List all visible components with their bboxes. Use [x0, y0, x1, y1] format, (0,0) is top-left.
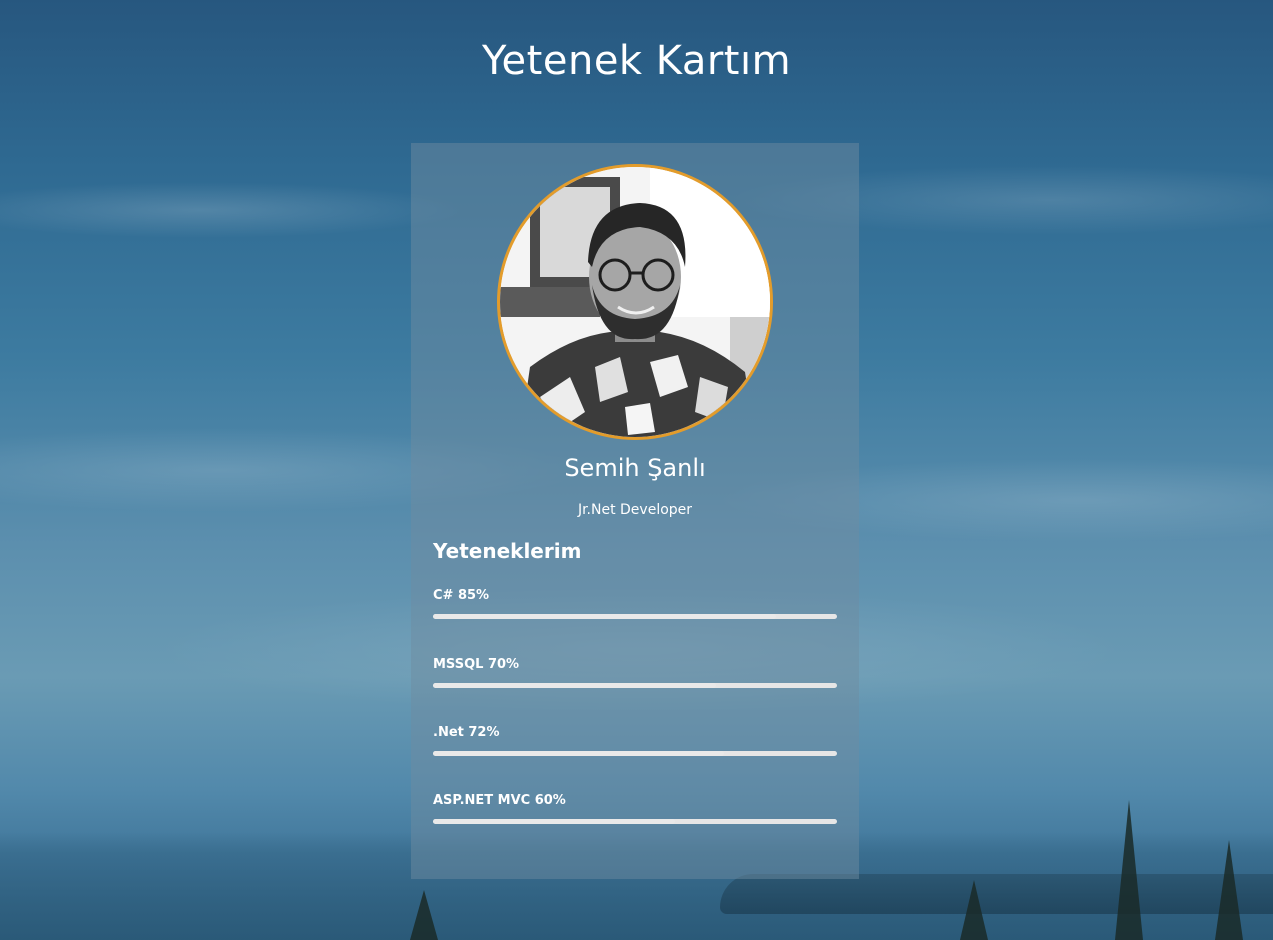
background-tree: [960, 880, 988, 940]
background-tree: [410, 890, 438, 940]
page-title: Yetenek Kartım: [481, 38, 792, 84]
skill-label: ASP.NET MVC 60%: [433, 793, 566, 808]
skill-progress-fill: [433, 819, 676, 824]
skill-progress-bar: [433, 819, 837, 824]
skill-label: C# 85%: [433, 588, 490, 603]
skill-progress-fill: [433, 683, 716, 688]
skill-mssql: MSSQL 70%: [433, 655, 837, 688]
skill-aspnet-mvc: ASP.NET MVC 60%: [433, 791, 837, 824]
skill-progress-bar: [433, 614, 837, 619]
background-tree: [1115, 800, 1143, 940]
profile-role: Jr.Net Developer: [577, 502, 693, 518]
skill-progress-bar: [433, 683, 837, 688]
skill-progress-fill: [433, 751, 724, 756]
background-tree: [1215, 840, 1243, 940]
profile-name: Semih Şanlı: [564, 454, 706, 482]
profile-avatar: [497, 164, 773, 440]
skill-label: .Net 72%: [433, 725, 500, 740]
skills-heading: Yeteneklerim: [433, 539, 582, 563]
skill-progress-fill: [433, 614, 777, 619]
skill-progress-bar: [433, 751, 837, 756]
skill-dotnet: .Net 72%: [433, 723, 837, 756]
skill-label: MSSQL 70%: [433, 657, 520, 672]
profile-photo-icon: [500, 167, 770, 437]
background-land: [720, 874, 1273, 914]
profile-card: Semih Şanlı Jr.Net Developer Yetenekleri…: [411, 143, 859, 879]
skill-csharp: C# 85%: [433, 586, 837, 619]
